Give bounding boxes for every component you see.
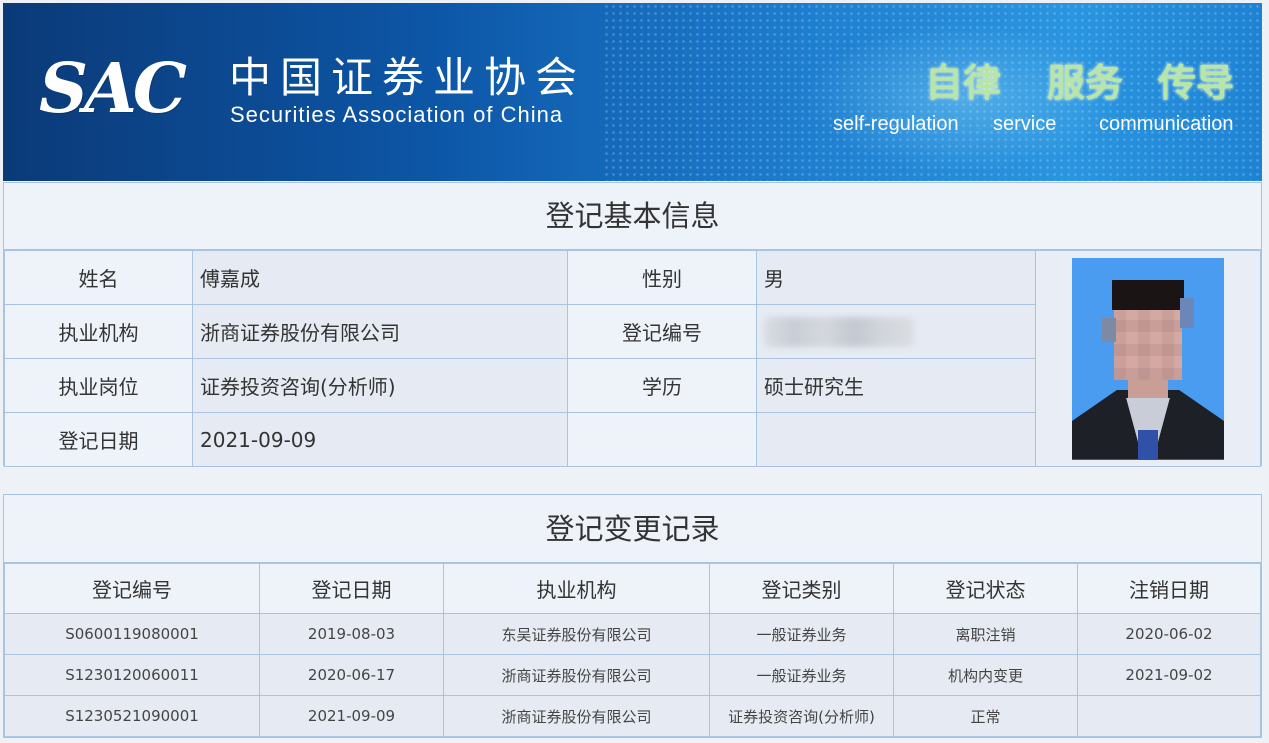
empty-cell (567, 412, 757, 467)
column-header: 注销日期 (1077, 563, 1261, 614)
table-cell: 机构内变更 (893, 654, 1078, 696)
slogan-service-en: service (993, 113, 1057, 135)
header-banner: SAC 中国证券业协会 Securities Association of Ch… (3, 3, 1262, 181)
education-label: 学历 (567, 358, 757, 413)
slogan-self-regulation-cn: 自律 (925, 61, 1002, 105)
table-cell: 东吴证券股份有限公司 (443, 613, 710, 655)
reg-date-label: 登记日期 (4, 412, 193, 467)
table-cell: 一般证券业务 (709, 654, 894, 696)
basic-info-row: 姓名 傅嘉成 性别 男 (4, 250, 1261, 467)
sac-logo: SAC (39, 49, 187, 129)
column-header: 执业机构 (443, 563, 710, 614)
table-row: S1230521090001 2021-09-09 浙商证券股份有限公司 证券投… (4, 695, 1261, 737)
column-header: 登记日期 (259, 563, 444, 614)
photo-cell (1035, 250, 1261, 467)
position-value: 证券投资咨询(分析师) (192, 358, 568, 413)
reg-date-value: 2021-09-09 (192, 412, 568, 467)
table-cell: S1230521090001 (4, 695, 260, 737)
name-value: 傅嘉成 (192, 250, 568, 305)
slogan-service-cn: 服务 (1047, 61, 1124, 105)
table-cell: S1230120060011 (4, 654, 260, 696)
slogan-self-regulation-en: self-regulation (833, 113, 959, 135)
table-cell: S0600119080001 (4, 613, 260, 655)
table-cell: 正常 (893, 695, 1078, 737)
basic-info-table: 姓名 傅嘉成 性别 男 执业机构 浙商证券股份有限公司 登记编号 执业岗位 证券… (4, 250, 1261, 467)
gender-value: 男 (756, 250, 1036, 305)
slogan-communication-cn: 传导 (1158, 61, 1235, 105)
person-photo-icon (1072, 257, 1224, 460)
column-header: 登记状态 (893, 563, 1078, 614)
org-name-cn: 中国证券业协会 (229, 53, 587, 102)
table-cell: 2021-09-09 (259, 695, 444, 737)
slogan-communication-en: communication (1099, 113, 1234, 135)
table-row: S1230120060011 2020-06-17 浙商证券股份有限公司 一般证… (4, 654, 1261, 696)
table-row: S0600119080001 2019-08-03 东吴证券股份有限公司 一般证… (4, 613, 1261, 655)
basic-info-panel: 登记基本信息 姓名 傅嘉成 性别 男 执业机构 浙商证券股份有限公司 登记编号 … (3, 182, 1262, 467)
table-cell: 浙商证券股份有限公司 (443, 695, 710, 737)
org-label: 执业机构 (4, 304, 193, 359)
change-records-panel: 登记变更记录 登记编号 登记日期 执业机构 登记类别 登记状态 注销日期 S06… (3, 494, 1262, 738)
table-cell: 离职注销 (893, 613, 1078, 655)
table-cell: 一般证券业务 (709, 613, 894, 655)
table-cell: 2020-06-17 (259, 654, 444, 696)
table-cell: 证券投资咨询(分析师) (709, 695, 894, 737)
basic-info-title: 登记基本信息 (4, 183, 1261, 250)
table-cell (1077, 695, 1261, 737)
table-cell: 2021-09-02 (1077, 654, 1261, 696)
column-header: 登记类别 (709, 563, 894, 614)
table-cell: 2019-08-03 (259, 613, 444, 655)
change-records-table: 登记编号 登记日期 执业机构 登记类别 登记状态 注销日期 S060011908… (4, 563, 1261, 737)
education-value: 硕士研究生 (756, 358, 1036, 413)
empty-cell (756, 412, 1036, 467)
table-cell: 浙商证券股份有限公司 (443, 654, 710, 696)
redacted-id (764, 316, 914, 347)
org-name-en: Securities Association of China (230, 102, 564, 127)
reg-no-label: 登记编号 (567, 304, 757, 359)
gender-label: 性别 (567, 250, 757, 305)
org-value: 浙商证券股份有限公司 (192, 304, 568, 359)
table-cell: 2020-06-02 (1077, 613, 1261, 655)
change-records-title: 登记变更记录 (4, 495, 1261, 563)
reg-no-value (756, 304, 1036, 359)
position-label: 执业岗位 (4, 358, 193, 413)
name-label: 姓名 (4, 250, 193, 305)
table-header-row: 登记编号 登记日期 执业机构 登记类别 登记状态 注销日期 (4, 563, 1261, 614)
column-header: 登记编号 (4, 563, 260, 614)
